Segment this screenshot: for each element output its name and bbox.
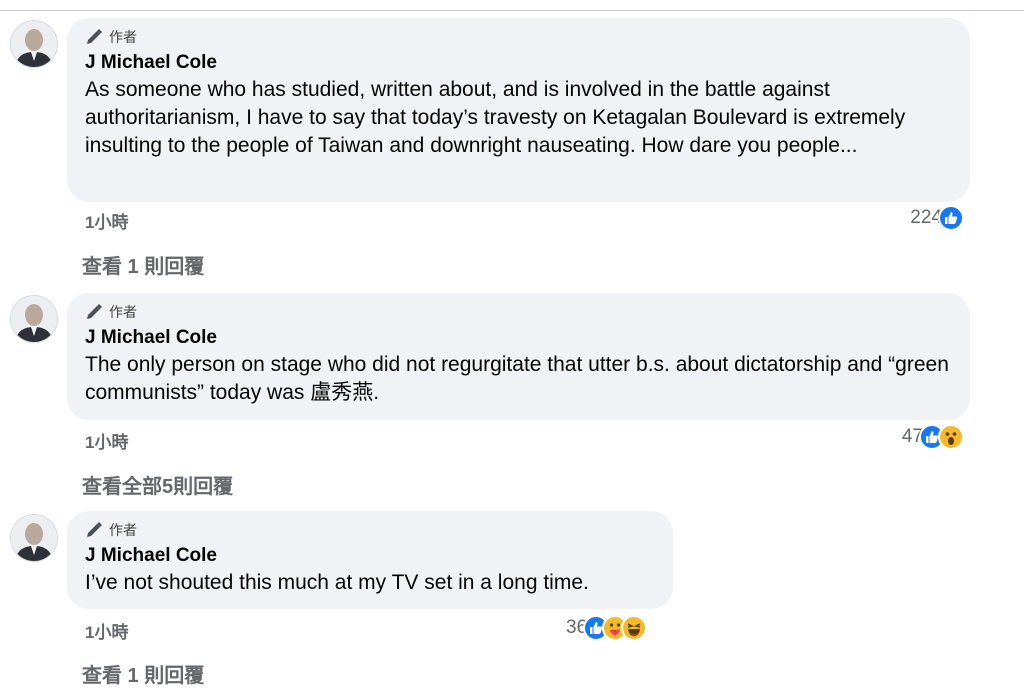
pencil-icon bbox=[87, 29, 102, 44]
top-divider bbox=[0, 10, 1024, 11]
comment-bubble: 作者 J Michael Cole As someone who has stu… bbox=[67, 18, 970, 202]
pencil-icon bbox=[87, 304, 102, 319]
author-badge: 作者 bbox=[85, 301, 952, 323]
comment-text: As someone who has studied, written abou… bbox=[85, 78, 906, 157]
view-replies-link[interactable]: 查看 1 則回覆 bbox=[82, 659, 204, 688]
author-badge-label: 作者 bbox=[109, 304, 137, 320]
commenter-name[interactable]: J Michael Cole bbox=[85, 50, 952, 76]
comment-time[interactable]: 1小時 bbox=[85, 618, 128, 643]
reactions[interactable]: 36 bbox=[566, 615, 648, 641]
like-icon bbox=[938, 205, 964, 231]
reactions[interactable]: 224 bbox=[910, 205, 964, 231]
avatar[interactable] bbox=[10, 514, 58, 562]
author-badge: 作者 bbox=[85, 26, 952, 48]
haha-icon bbox=[621, 615, 648, 641]
avatar-photo-icon bbox=[11, 296, 57, 342]
author-badge-label: 作者 bbox=[109, 522, 137, 538]
author-badge-label: 作者 bbox=[109, 29, 137, 45]
view-replies-link[interactable]: 查看全部5則回覆 bbox=[82, 470, 233, 499]
comment-time[interactable]: 1小時 bbox=[85, 208, 128, 233]
avatar[interactable] bbox=[10, 295, 58, 343]
avatar-photo-icon bbox=[11, 21, 57, 67]
reactions[interactable]: 47 bbox=[902, 424, 964, 450]
comment-bubble: 作者 J Michael Cole The only person on sta… bbox=[67, 293, 970, 420]
pencil-icon bbox=[87, 522, 102, 537]
commenter-name[interactable]: J Michael Cole bbox=[85, 325, 952, 351]
view-replies-link[interactable]: 查看 1 則回覆 bbox=[82, 250, 204, 279]
comment-text: I’ve not shouted this much at my TV set … bbox=[85, 571, 589, 594]
commenter-name[interactable]: J Michael Cole bbox=[85, 543, 655, 569]
author-badge: 作者 bbox=[85, 519, 655, 541]
comment-text: The only person on stage who did not reg… bbox=[85, 353, 949, 404]
comment-bubble: 作者 J Michael Cole I’ve not shouted this … bbox=[67, 511, 673, 609]
avatar[interactable] bbox=[10, 20, 58, 68]
avatar-photo-icon bbox=[11, 515, 57, 561]
wow-icon bbox=[938, 424, 964, 450]
comment-time[interactable]: 1小時 bbox=[85, 428, 128, 453]
